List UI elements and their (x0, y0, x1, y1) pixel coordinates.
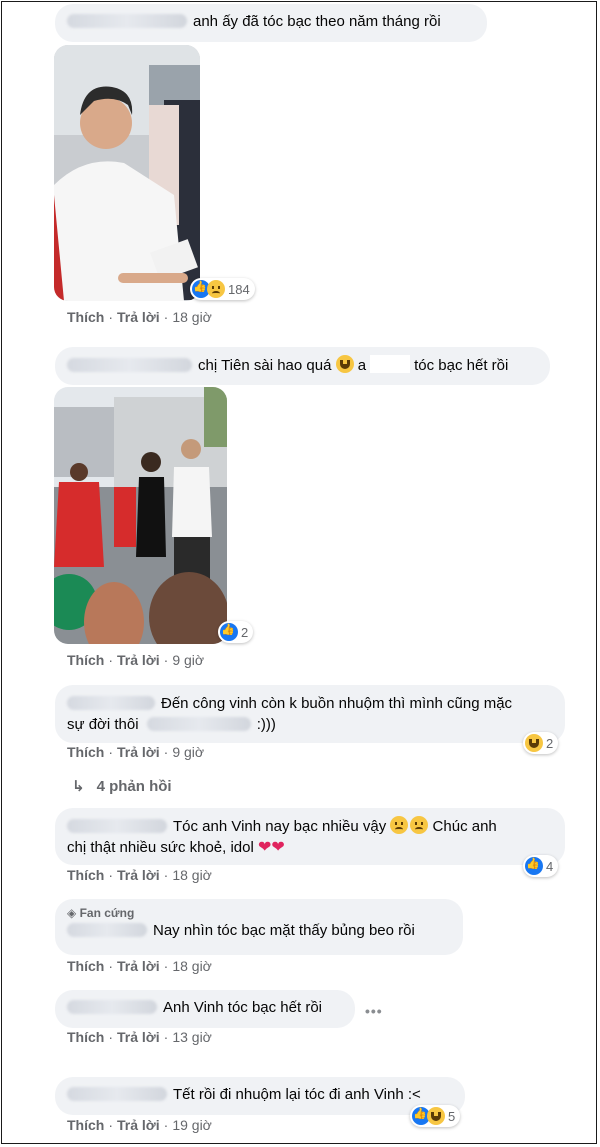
comment-text-line2-end: :))) (256, 716, 276, 733)
timestamp[interactable]: 13 giờ (172, 1029, 212, 1045)
redacted-author-name[interactable] (67, 696, 155, 710)
like-link[interactable]: Thích (67, 1117, 104, 1133)
like-link[interactable]: Thích (67, 867, 104, 883)
like-link[interactable]: Thích (67, 744, 104, 760)
redacted-author-name[interactable] (67, 358, 192, 372)
like-reaction-icon (220, 623, 238, 641)
comment-actions: Thích · Trả lời · 9 giờ (67, 652, 205, 668)
timestamp[interactable]: 9 giờ (172, 652, 204, 668)
comment-bubble: Đến công vinh còn k buồn nhuộm thì mình … (55, 685, 565, 743)
reply-link[interactable]: Trả lời (117, 309, 160, 325)
view-replies-link[interactable]: ↳ 4 phản hồi (72, 777, 172, 795)
comment-text-line1: Tóc anh Vinh nay bạc nhiều vậy (173, 818, 387, 835)
heart-emoji-icon: ❤ (258, 839, 272, 856)
reaction-count: 2 (546, 735, 554, 751)
redacted-author-name[interactable] (67, 14, 187, 28)
photo-crowd-event (54, 387, 227, 644)
comment-bubble: anh ấy đã tóc bạc theo năm tháng rồi (55, 4, 487, 42)
diamond-icon: ◈ (67, 906, 77, 920)
timestamp[interactable]: 9 giờ (172, 744, 204, 760)
haha-reaction-icon (525, 734, 543, 752)
timestamp[interactable]: 18 giờ (172, 958, 212, 974)
comment-bubble: Tết rồi đi nhuộm lại tóc đi anh Vinh :< (55, 1077, 465, 1115)
comment-bubble: ◈ Fan cứng Nay nhìn tóc bạc mặt thấy bủn… (55, 899, 463, 955)
reaction-count: 184 (228, 281, 250, 297)
comment-text-line1b: Chúc anh (432, 818, 497, 835)
comment-bubble: Anh Vinh tóc bạc hết rồi (55, 990, 355, 1028)
reply-link[interactable]: Trả lời (117, 867, 160, 883)
redacted-name (370, 355, 411, 373)
reaction-count: 5 (448, 1108, 456, 1124)
like-link[interactable]: Thích (67, 652, 104, 668)
sad-reaction-icon (207, 280, 225, 298)
badge-label: Fan cứng (79, 906, 135, 920)
fan-badge[interactable]: ◈ Fan cứng (67, 905, 451, 921)
comment-photo[interactable] (54, 387, 227, 644)
comment-actions: Thích · Trả lời · 9 giờ (67, 744, 205, 760)
redacted-author-name[interactable] (67, 923, 147, 937)
comment-actions: Thích · Trả lời · 19 giờ (67, 1117, 212, 1133)
heart-emoji-icon: ❤ (271, 839, 285, 856)
comment-photo[interactable] (54, 45, 200, 301)
reaction-summary[interactable]: 4 (523, 855, 559, 877)
reaction-summary[interactable]: 184 (190, 278, 255, 300)
comment-text: Anh Vinh tóc bạc hết rồi (163, 999, 322, 1016)
redacted-author-name[interactable] (67, 1000, 157, 1014)
comment-text: Nay nhìn tóc bạc mặt thấy bủng beo rồi (153, 922, 415, 939)
like-reaction-icon (525, 857, 543, 875)
comment-bubble: chị Tiên sài hao quá a tóc bạc hết rồi (55, 347, 550, 385)
like-link[interactable]: Thích (67, 1029, 104, 1045)
reply-link[interactable]: Trả lời (117, 1117, 160, 1133)
comment-actions: Thích · Trả lời · 13 giờ (67, 1029, 212, 1045)
like-link[interactable]: Thích (67, 309, 104, 325)
comment-text-part2: a (357, 357, 367, 374)
reply-link[interactable]: Trả lời (117, 652, 160, 668)
comment-text: anh ấy đã tóc bạc theo năm tháng rồi (193, 13, 441, 30)
timestamp[interactable]: 19 giờ (172, 1117, 212, 1133)
timestamp[interactable]: 18 giờ (172, 309, 212, 325)
reply-link[interactable]: Trả lời (117, 958, 160, 974)
redacted-tag[interactable] (146, 717, 251, 731)
comment-text-line1: Đến công vinh còn k buồn nhuộm thì mình … (161, 695, 513, 712)
comment-actions: Thích · Trả lời · 18 giờ (67, 867, 212, 883)
redacted-author-name[interactable] (67, 1087, 167, 1101)
comment-text-line2: chị thật nhiều sức khoẻ, idol (67, 839, 254, 856)
replies-count: 4 phản hồi (96, 778, 172, 795)
reply-arrow-icon: ↳ (72, 778, 85, 795)
reaction-count: 4 (546, 858, 554, 874)
reply-link[interactable]: Trả lời (117, 1029, 160, 1045)
reaction-summary[interactable]: 2 (218, 621, 254, 643)
reaction-summary[interactable]: 2 (523, 732, 559, 754)
reaction-count: 2 (241, 624, 249, 640)
comment-text-line2: sự đời thôi (67, 716, 139, 733)
comment-bubble: Tóc anh Vinh nay bạc nhiều vậy Chúc anh … (55, 808, 565, 865)
reaction-summary[interactable]: 5 (410, 1105, 461, 1127)
comment-actions: Thích · Trả lời · 18 giờ (67, 958, 212, 974)
comment-text-part3: tóc bạc hết rồi (414, 357, 509, 374)
timestamp[interactable]: 18 giờ (172, 867, 212, 883)
grinning-emoji-icon (335, 355, 354, 373)
comment-text-part1: chị Tiên sài hao quá (198, 357, 332, 374)
photo-man-signing (54, 45, 200, 301)
comment-actions: Thích · Trả lời · 18 giờ (67, 309, 212, 325)
confused-emoji-icon (390, 816, 409, 834)
comment-text: Tết rồi đi nhuộm lại tóc đi anh Vinh :< (173, 1086, 421, 1103)
like-link[interactable]: Thích (67, 958, 104, 974)
confused-emoji-icon (410, 816, 429, 834)
haha-reaction-icon (427, 1107, 445, 1125)
more-options-icon[interactable]: ••• (365, 1003, 383, 1019)
reply-link[interactable]: Trả lời (117, 744, 160, 760)
redacted-author-name[interactable] (67, 819, 167, 833)
